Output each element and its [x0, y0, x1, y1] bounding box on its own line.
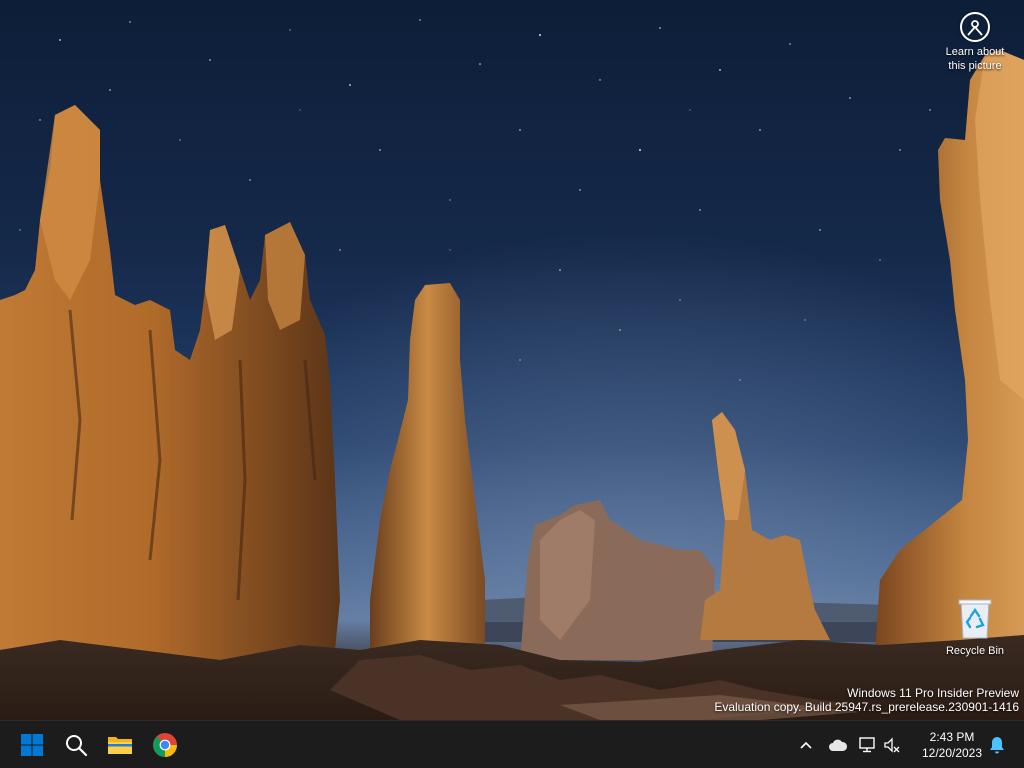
cloud-icon — [829, 739, 848, 751]
windows-logo-icon — [21, 734, 43, 756]
chrome-icon — [153, 733, 177, 758]
notification-bell-icon — [990, 737, 1004, 754]
clock-date: 12/20/2023 — [921, 746, 983, 760]
onedrive-button[interactable] — [826, 733, 850, 757]
network-icon — [859, 737, 875, 753]
recycle-bin[interactable]: Recycle Bin — [935, 596, 1015, 658]
recycle-bin-icon — [955, 596, 995, 640]
start-button[interactable] — [14, 727, 50, 763]
learn-label-line2: this picture — [948, 60, 1002, 72]
notifications-button[interactable] — [986, 733, 1008, 757]
clock-button[interactable]: 2:43 PM 12/20/2023 — [912, 729, 992, 761]
camera-info-icon — [960, 12, 990, 42]
search-icon — [66, 735, 88, 757]
taskbar: 2:43 PM 12/20/2023 — [0, 720, 1024, 768]
recycle-bin-label: Recycle Bin — [945, 645, 1005, 657]
watermark-line1: Windows 11 Pro Insider Preview — [847, 686, 1019, 700]
file-explorer-button[interactable] — [102, 727, 138, 763]
volume-muted-icon — [884, 737, 900, 753]
watermark-line2: Evaluation copy. Build 25947.rs_prerelea… — [714, 700, 1019, 714]
learn-about-this-picture[interactable]: Learn about this picture — [935, 12, 1015, 73]
folder-icon — [108, 737, 132, 754]
network-volume-button[interactable] — [858, 733, 902, 757]
clock-time: 2:43 PM — [929, 730, 975, 744]
evaluation-watermark: Windows 11 Pro Insider Preview Evaluatio… — [714, 686, 1019, 714]
desktop[interactable]: Learn about this picture Recycle Bin Win… — [0, 0, 1024, 720]
chrome-button[interactable] — [147, 727, 183, 763]
search-button[interactable] — [58, 727, 94, 763]
show-hidden-icons-button[interactable] — [796, 733, 816, 757]
wallpaper-tufa-towers-night — [0, 0, 1024, 720]
learn-label-line1: Learn about — [945, 46, 1005, 58]
chevron-up-icon — [800, 741, 812, 749]
